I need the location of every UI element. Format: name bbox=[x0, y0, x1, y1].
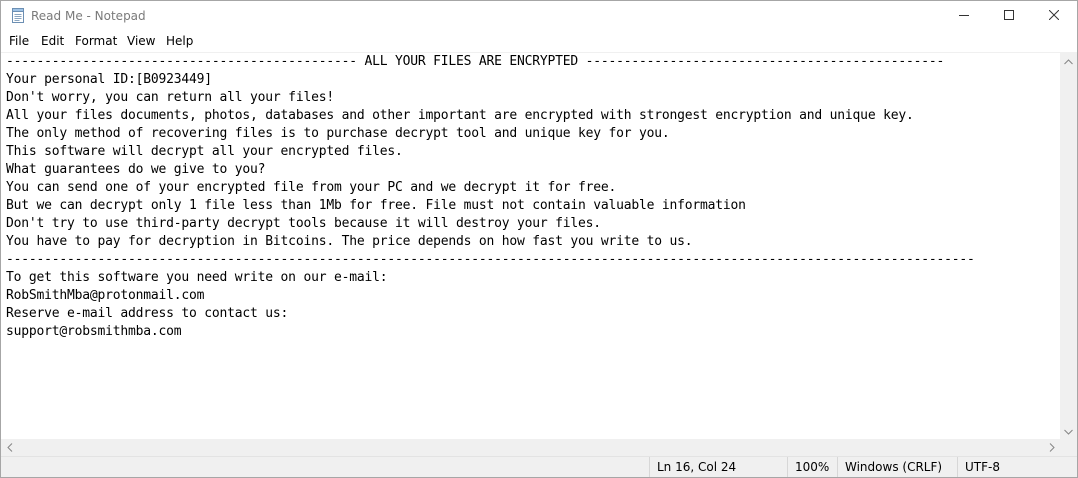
text-line: All your files documents, photos, databa… bbox=[6, 108, 914, 123]
text-line: Your personal ID:[B0923449] bbox=[6, 72, 212, 87]
text-line: What guarantees do we give to you? bbox=[6, 162, 266, 177]
text-line: support@robsmithmba.com bbox=[6, 324, 182, 339]
menu-view[interactable]: View bbox=[127, 34, 155, 48]
minimize-button[interactable] bbox=[941, 1, 987, 31]
encoding: UTF-8 bbox=[957, 457, 1077, 477]
text-line: Don't try to use third-party decrypt too… bbox=[6, 216, 601, 231]
scroll-left-button[interactable] bbox=[1, 439, 18, 456]
menu-file[interactable]: File bbox=[9, 34, 29, 48]
chevron-right-icon bbox=[1049, 441, 1055, 455]
line-ending: Windows (CRLF) bbox=[837, 457, 957, 477]
cursor-position: Ln 16, Col 24 bbox=[649, 457, 787, 477]
menu-bar: File Edit Format View Help bbox=[1, 31, 1077, 52]
menu-help[interactable]: Help bbox=[166, 34, 193, 48]
text-line: The only method of recovering files is t… bbox=[6, 126, 670, 141]
text-line: This software will decrypt all your encr… bbox=[6, 144, 403, 159]
menu-edit[interactable]: Edit bbox=[41, 34, 64, 48]
horizontal-scrollbar[interactable] bbox=[1, 439, 1060, 456]
text-editor-area[interactable]: ----------------------------------------… bbox=[1, 52, 1060, 440]
scroll-right-button[interactable] bbox=[1043, 439, 1060, 456]
text-line: Don't worry, you can return all your fil… bbox=[6, 90, 334, 105]
text-line: RobSmithMba@protonmail.com bbox=[6, 288, 205, 303]
status-bar: Ln 16, Col 24 100% Windows (CRLF) UTF-8 bbox=[1, 456, 1077, 477]
close-icon bbox=[1048, 9, 1060, 23]
window-title: Read Me - Notepad bbox=[31, 9, 146, 23]
maximize-icon bbox=[1004, 9, 1014, 23]
text-line: You can send one of your encrypted file … bbox=[6, 180, 617, 195]
menu-format[interactable]: Format bbox=[75, 34, 117, 48]
text-line: To get this software you need write on o… bbox=[6, 270, 388, 285]
chevron-left-icon bbox=[6, 441, 13, 455]
chevron-down-icon bbox=[1064, 424, 1073, 438]
scroll-up-button[interactable] bbox=[1060, 52, 1077, 69]
zoom-level: 100% bbox=[787, 457, 837, 477]
scroll-down-button[interactable] bbox=[1060, 422, 1077, 439]
text-line: ----------------------------------------… bbox=[6, 54, 945, 69]
text-line: ----------------------------------------… bbox=[6, 252, 975, 267]
minimize-icon bbox=[959, 9, 969, 23]
title-bar[interactable]: Read Me - Notepad bbox=[1, 1, 1077, 31]
scrollbar-corner bbox=[1060, 439, 1077, 456]
vertical-scrollbar[interactable] bbox=[1060, 52, 1077, 439]
notepad-icon bbox=[11, 8, 25, 23]
notepad-window: Read Me - Notepad File Edit Format View … bbox=[0, 0, 1078, 478]
text-line: You have to pay for decryption in Bitcoi… bbox=[6, 234, 693, 249]
close-button[interactable] bbox=[1031, 1, 1077, 31]
text-line: But we can decrypt only 1 file less than… bbox=[6, 198, 746, 213]
chevron-up-icon bbox=[1064, 54, 1073, 68]
maximize-button[interactable] bbox=[986, 1, 1032, 31]
text-line: Reserve e-mail address to contact us: bbox=[6, 306, 289, 321]
